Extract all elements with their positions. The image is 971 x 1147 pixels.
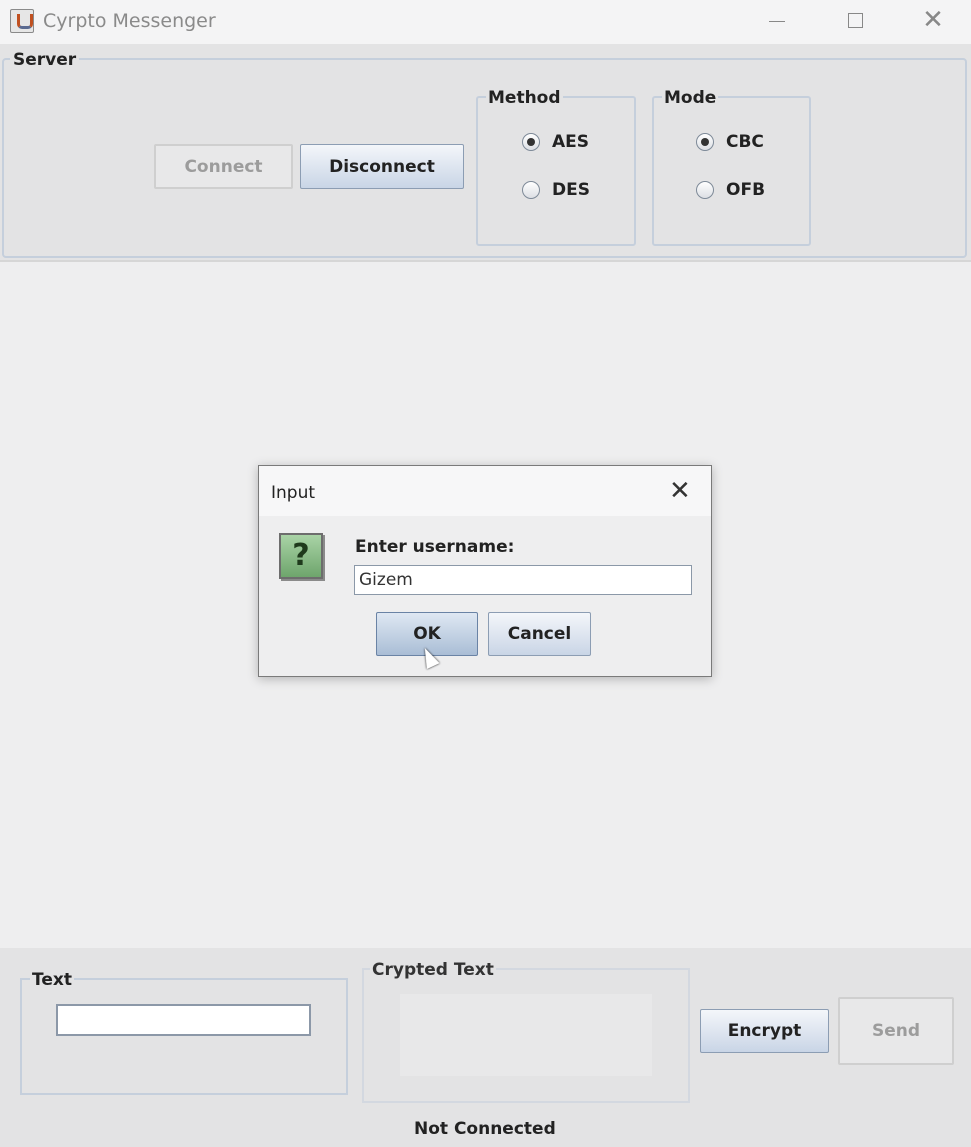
- crypted-text-group: Crypted Text: [362, 960, 690, 1103]
- radio-checked-icon[interactable]: [522, 133, 540, 151]
- connect-button[interactable]: Connect: [154, 144, 293, 189]
- java-app-icon: [10, 9, 34, 33]
- mode-option-label: OFB: [726, 180, 766, 200]
- method-group: Method AES DES: [476, 88, 636, 246]
- input-dialog: Input ✕ ? Enter username: OK Cancel: [258, 465, 712, 677]
- dialog-close-icon[interactable]: ✕: [669, 476, 691, 506]
- mode-group: Mode CBC OFB: [652, 88, 811, 246]
- server-group-label: Server: [10, 50, 80, 70]
- minimize-icon: [769, 21, 785, 22]
- text-group: Text: [20, 970, 348, 1095]
- dialog-prompt: Enter username:: [355, 537, 515, 557]
- window-title: Cyrpto Messenger: [43, 10, 216, 32]
- radio-unchecked-icon[interactable]: [696, 181, 714, 199]
- mode-option-label: CBC: [726, 132, 764, 152]
- connection-status: Not Connected: [414, 1119, 556, 1139]
- mode-option-ofb[interactable]: OFB: [696, 180, 765, 200]
- dialog-title: Input: [271, 483, 316, 503]
- send-button[interactable]: Send: [838, 997, 954, 1065]
- method-option-des[interactable]: DES: [522, 180, 590, 200]
- mode-group-label: Mode: [662, 88, 719, 108]
- close-button[interactable]: ✕: [911, 6, 955, 36]
- maximize-icon: [847, 13, 863, 28]
- minimize-button[interactable]: [755, 6, 799, 36]
- disconnect-button[interactable]: Disconnect: [300, 144, 464, 189]
- plain-text-input[interactable]: [56, 1004, 311, 1036]
- method-group-label: Method: [486, 88, 563, 108]
- method-option-label: DES: [552, 180, 590, 200]
- radio-checked-icon[interactable]: [696, 133, 714, 151]
- username-input[interactable]: [354, 565, 692, 595]
- method-option-aes[interactable]: AES: [522, 132, 589, 152]
- crypted-text-area[interactable]: [400, 994, 652, 1076]
- crypted-text-label: Crypted Text: [370, 960, 496, 980]
- cancel-button[interactable]: Cancel: [488, 612, 591, 656]
- radio-unchecked-icon[interactable]: [522, 181, 540, 199]
- question-icon: ?: [279, 533, 323, 579]
- dialog-title-bar: Input ✕: [259, 466, 711, 516]
- encrypt-button[interactable]: Encrypt: [700, 1009, 829, 1053]
- server-panel: Server Connect Disconnect Method AES DES…: [0, 44, 971, 262]
- method-option-label: AES: [552, 132, 590, 152]
- text-group-label: Text: [30, 970, 74, 990]
- maximize-button[interactable]: [833, 6, 877, 36]
- title-bar: Cyrpto Messenger ✕: [0, 0, 971, 44]
- bottom-panel: Text Crypted Text Encrypt Send Not Conne…: [0, 948, 971, 1147]
- mode-option-cbc[interactable]: CBC: [696, 132, 764, 152]
